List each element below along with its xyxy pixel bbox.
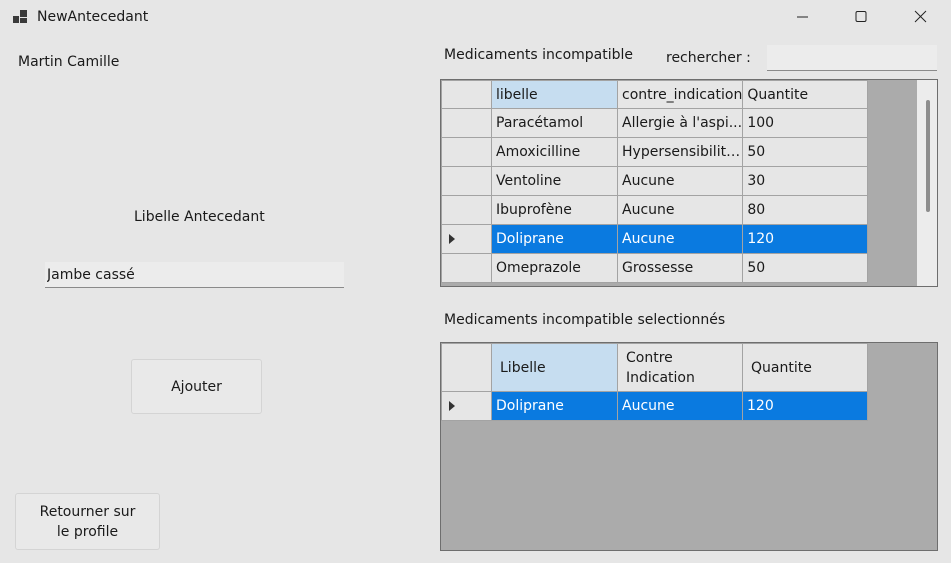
current-row-arrow-icon bbox=[449, 234, 455, 244]
cell-quantite[interactable]: 120 bbox=[742, 391, 868, 421]
back-to-profile-label: Retourner sur le profile bbox=[39, 503, 136, 540]
row-header[interactable] bbox=[441, 391, 492, 421]
close-icon bbox=[914, 10, 927, 23]
grid1-col-contre-indication[interactable]: contre_indication bbox=[616, 80, 744, 109]
row-header[interactable] bbox=[441, 224, 492, 254]
grid2-col-contre-indication[interactable]: Contre Indication bbox=[617, 343, 743, 392]
table-row[interactable]: Paracétamol Allergie à l'aspi... 100 bbox=[441, 108, 869, 138]
grid2-col-libelle[interactable]: Libelle bbox=[491, 343, 618, 392]
minimize-icon bbox=[797, 16, 808, 18]
patient-name: Martin Camille bbox=[18, 54, 120, 70]
cell-quantite[interactable]: 120 bbox=[742, 224, 869, 254]
libelle-antecedant-label: Libelle Antecedant bbox=[134, 209, 265, 225]
grid1-table: libelle contre_indication Quantite Parac… bbox=[441, 80, 869, 283]
cell-contre-indication[interactable]: Aucune bbox=[616, 195, 744, 225]
cell-contre-indication[interactable]: Grossesse bbox=[616, 253, 744, 283]
cell-contre-indication[interactable]: Aucune bbox=[617, 391, 743, 421]
grid2-table: Libelle Contre Indication Quantite Dolip… bbox=[441, 343, 868, 421]
table-row[interactable]: Omeprazole Grossesse 50 bbox=[441, 253, 869, 283]
cell-contre-indication[interactable]: Hypersensibilité... bbox=[616, 137, 744, 167]
grid2-col-quantite[interactable]: Quantite bbox=[742, 343, 868, 392]
cell-libelle[interactable]: Omeprazole bbox=[491, 253, 618, 283]
row-header[interactable] bbox=[441, 108, 492, 138]
cell-quantite[interactable]: 80 bbox=[742, 195, 869, 225]
cell-quantite[interactable]: 100 bbox=[742, 108, 869, 138]
cell-contre-indication[interactable]: Aucune bbox=[616, 166, 744, 196]
grid1-vertical-scrollbar[interactable] bbox=[917, 80, 937, 286]
grid2-title: Medicaments incompatible selectionnés bbox=[444, 312, 726, 328]
cell-contre-indication[interactable]: Aucune bbox=[616, 224, 744, 254]
cell-libelle[interactable]: Amoxicilline bbox=[491, 137, 618, 167]
maximize-button[interactable] bbox=[832, 0, 890, 34]
table-row[interactable]: Ventoline Aucune 30 bbox=[441, 166, 869, 196]
title-bar: NewAntecedant bbox=[0, 0, 951, 36]
cell-quantite[interactable]: 30 bbox=[742, 166, 869, 196]
grid2-header-row: Libelle Contre Indication Quantite bbox=[441, 343, 868, 392]
grid2-corner-cell bbox=[441, 343, 492, 392]
maximize-icon bbox=[855, 11, 867, 22]
search-input[interactable] bbox=[767, 45, 937, 71]
cell-libelle[interactable]: Ventoline bbox=[491, 166, 618, 196]
grid1-title: Medicaments incompatible bbox=[444, 47, 633, 63]
row-header[interactable] bbox=[441, 195, 492, 225]
ajouter-button[interactable]: Ajouter bbox=[131, 359, 262, 414]
window-title: NewAntecedant bbox=[37, 9, 149, 25]
search-label: rechercher : bbox=[666, 50, 751, 66]
table-row-selected[interactable]: Doliprane Aucune 120 bbox=[441, 224, 869, 254]
cell-libelle[interactable]: Doliprane bbox=[491, 391, 618, 421]
current-row-arrow-icon bbox=[449, 401, 455, 411]
back-to-profile-button[interactable]: Retourner sur le profile bbox=[15, 493, 160, 550]
row-header[interactable] bbox=[441, 253, 492, 283]
grid1-col-quantite[interactable]: Quantite bbox=[742, 80, 869, 109]
table-row[interactable]: Ibuprofène Aucune 80 bbox=[441, 195, 869, 225]
row-header[interactable] bbox=[441, 166, 492, 196]
minimize-button[interactable] bbox=[773, 0, 831, 34]
grid1-scroll-thumb[interactable] bbox=[926, 100, 930, 212]
row-header[interactable] bbox=[441, 137, 492, 167]
cell-contre-indication[interactable]: Allergie à l'aspi... bbox=[616, 108, 744, 138]
cell-libelle[interactable]: Paracétamol bbox=[491, 108, 618, 138]
table-row-selected[interactable]: Doliprane Aucune 120 bbox=[441, 391, 868, 421]
medicaments-selectionnes-grid[interactable]: Libelle Contre Indication Quantite Dolip… bbox=[440, 342, 938, 551]
grid1-header-row: libelle contre_indication Quantite bbox=[441, 80, 869, 109]
medicaments-incompatible-grid[interactable]: libelle contre_indication Quantite Parac… bbox=[440, 79, 938, 287]
table-row[interactable]: Amoxicilline Hypersensibilité... 50 bbox=[441, 137, 869, 167]
app-icon bbox=[13, 10, 27, 24]
close-button[interactable] bbox=[891, 0, 949, 34]
new-antecedant-window: NewAntecedant Martin Camille Libelle Ant… bbox=[0, 0, 951, 563]
cell-libelle[interactable]: Doliprane bbox=[491, 224, 618, 254]
cell-quantite[interactable]: 50 bbox=[742, 253, 869, 283]
cell-libelle[interactable]: Ibuprofène bbox=[491, 195, 618, 225]
grid1-corner-cell bbox=[441, 80, 492, 109]
grid1-col-libelle[interactable]: libelle bbox=[491, 80, 618, 109]
ajouter-button-label: Ajouter bbox=[171, 378, 222, 395]
cell-quantite[interactable]: 50 bbox=[742, 137, 869, 167]
libelle-antecedant-input[interactable] bbox=[45, 262, 344, 288]
